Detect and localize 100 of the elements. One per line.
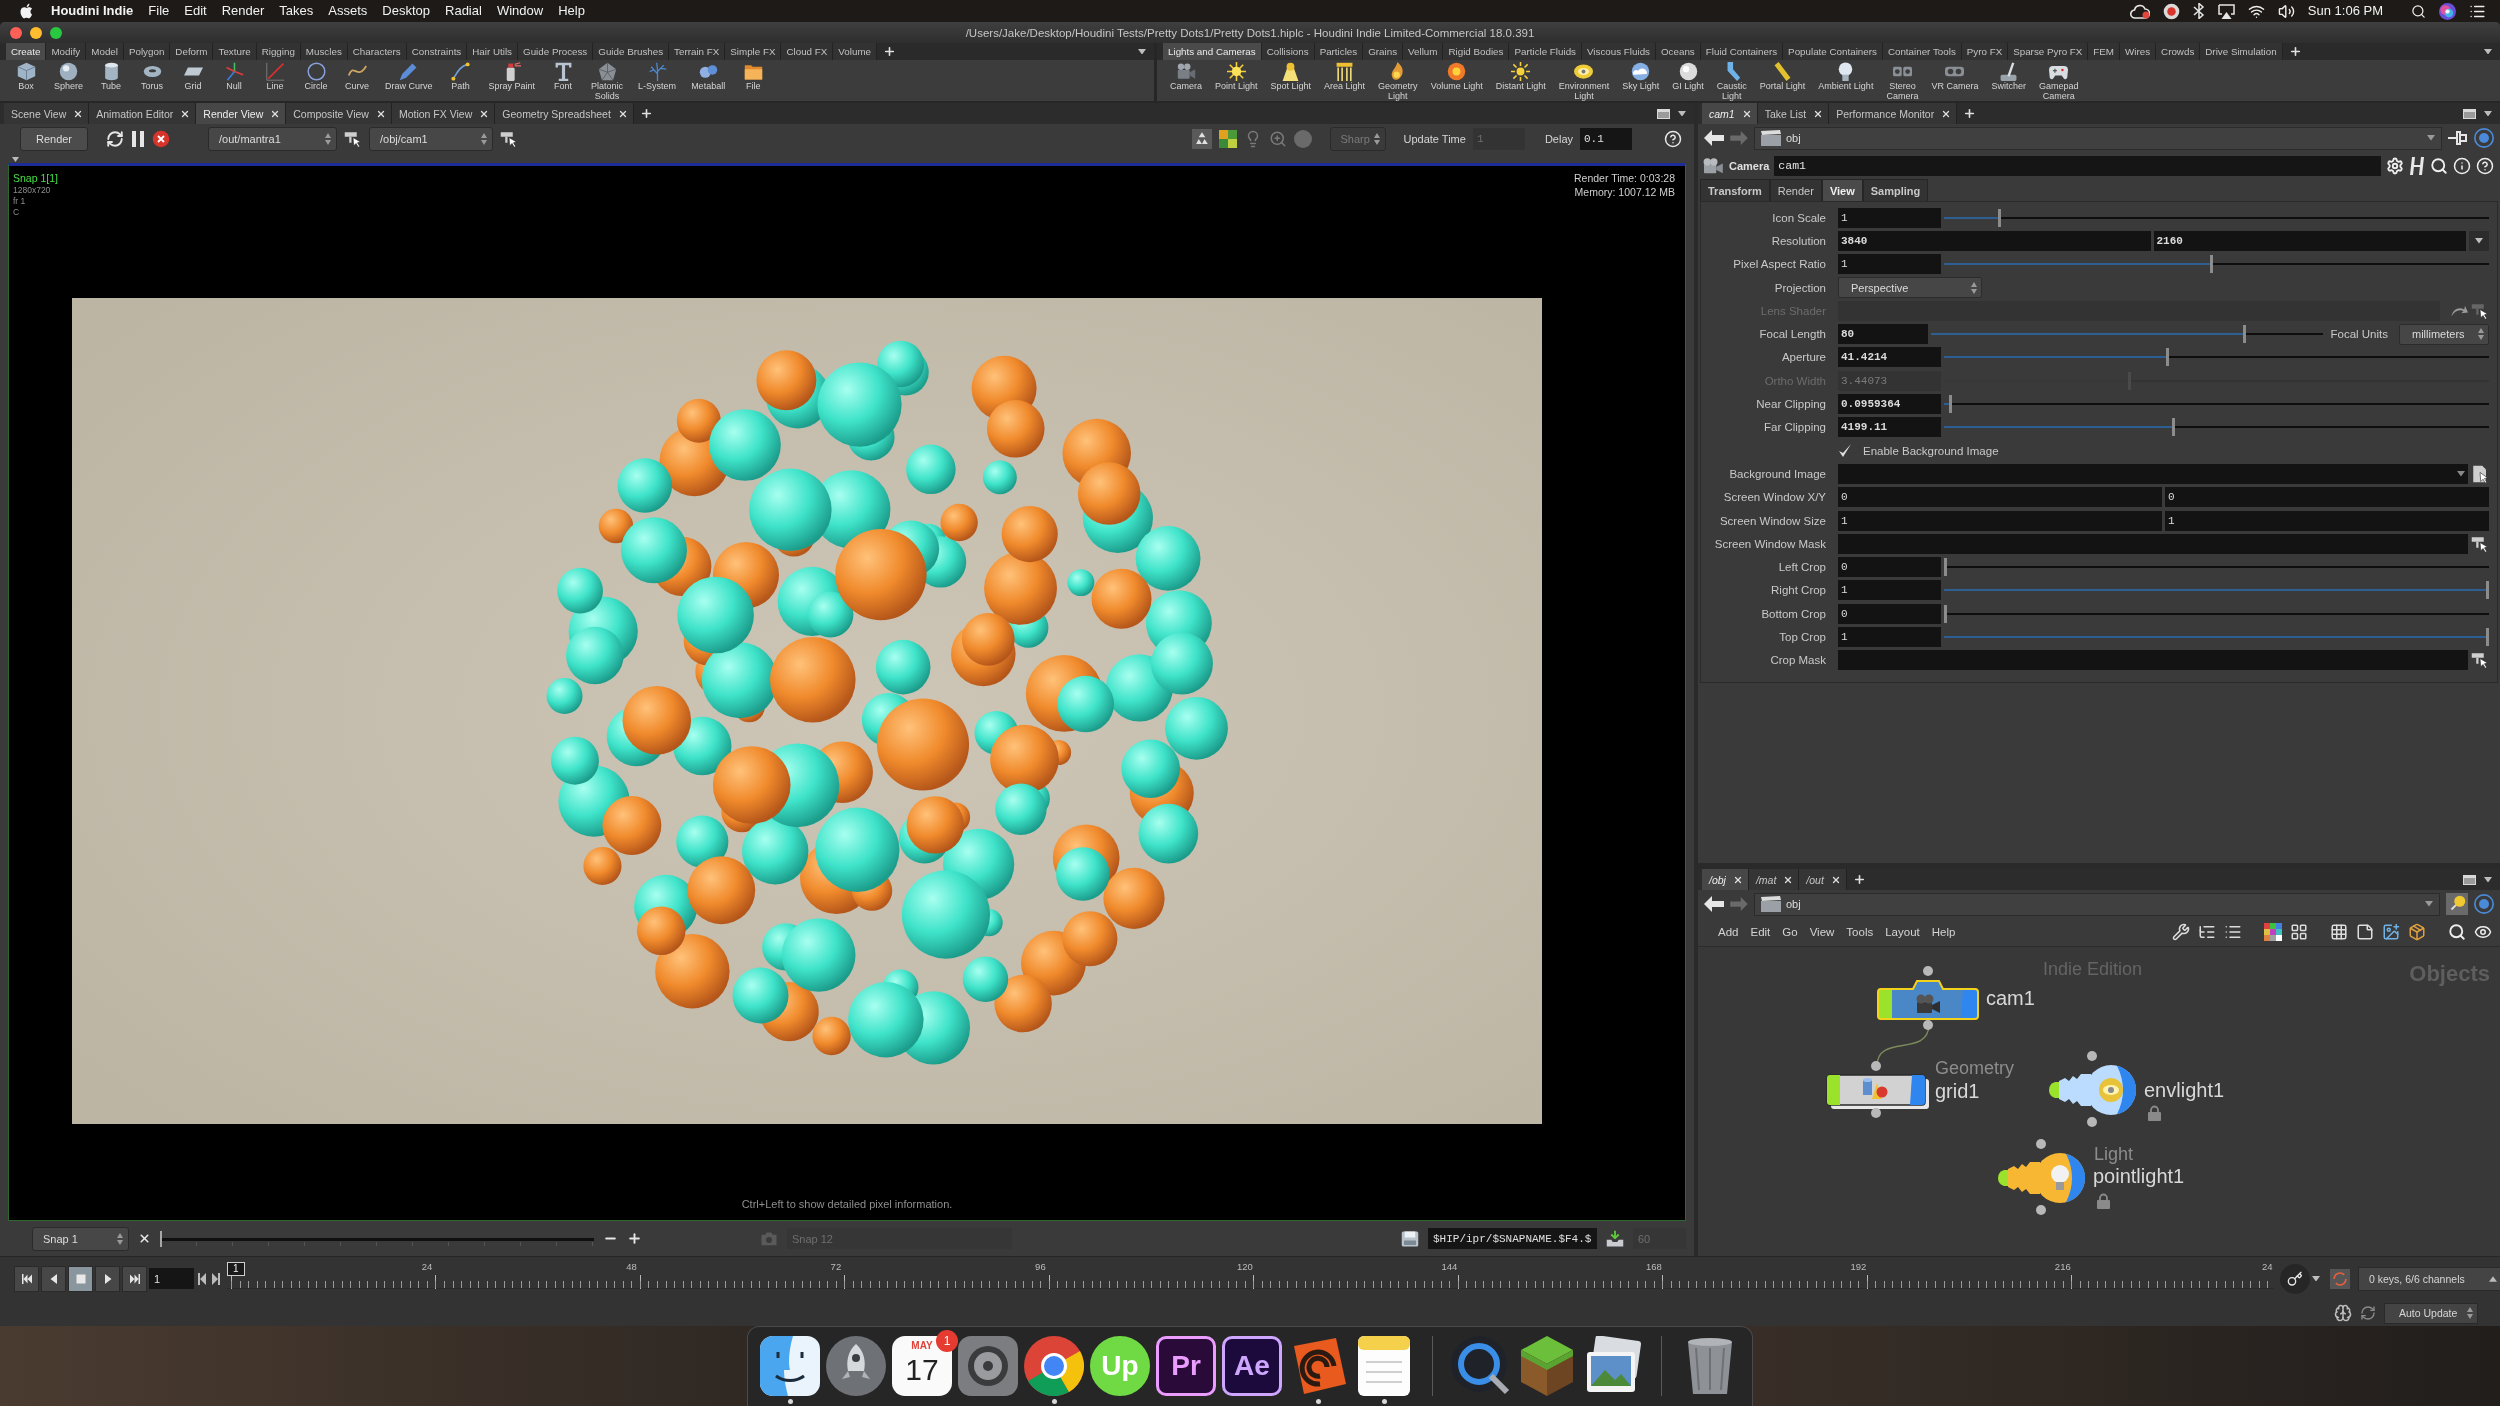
menu-item[interactable]: File bbox=[148, 0, 170, 22]
output-connector[interactable] bbox=[2087, 1117, 2097, 1127]
close-tab-icon[interactable] bbox=[375, 108, 386, 119]
pane-tab[interactable]: cam1 bbox=[1702, 103, 1758, 124]
up-down-arrows-icon[interactable] bbox=[2478, 328, 2484, 341]
menu-item[interactable]: Edit bbox=[184, 0, 207, 22]
output-connector[interactable] bbox=[1923, 1020, 1933, 1030]
shelf-tool-button[interactable]: Sphere bbox=[49, 62, 89, 92]
menu-item[interactable]: Tools bbox=[1840, 926, 1880, 938]
plus-icon[interactable] bbox=[1963, 107, 1977, 120]
bluetooth-icon[interactable] bbox=[2192, 3, 2205, 19]
pause-icon[interactable] bbox=[131, 130, 145, 148]
zoom-icon[interactable] bbox=[1268, 130, 1287, 148]
apple-icon[interactable] bbox=[20, 3, 33, 19]
caret-down-icon[interactable] bbox=[2312, 1275, 2320, 1282]
up-down-arrows-icon[interactable] bbox=[325, 133, 331, 145]
search-icon[interactable] bbox=[2411, 3, 2426, 19]
shelf-tool-button[interactable]: File bbox=[735, 62, 772, 92]
search-icon[interactable] bbox=[2448, 923, 2466, 941]
minimize-button[interactable] bbox=[30, 26, 42, 39]
close-tab-icon[interactable] bbox=[479, 108, 490, 119]
pane-tab[interactable]: Take List bbox=[1757, 103, 1830, 124]
shelf-tool-button[interactable]: Stereo Camera bbox=[1881, 62, 1924, 101]
shelf-tool-button[interactable]: Point Light bbox=[1210, 62, 1263, 92]
shelf-tab[interactable]: Guide Process bbox=[518, 43, 594, 60]
menu-item[interactable]: View bbox=[1803, 926, 1841, 938]
info-icon[interactable] bbox=[2453, 156, 2471, 175]
frame-field[interactable]: 1 bbox=[149, 1268, 194, 1289]
close-tab-icon[interactable] bbox=[1813, 108, 1824, 119]
pane-tab[interactable]: Performance Monitor bbox=[1829, 103, 1958, 124]
back-arrow-icon[interactable] bbox=[1704, 896, 1724, 912]
menu-item[interactable]: Assets bbox=[328, 0, 368, 22]
maximize-pane-icon[interactable] bbox=[2463, 108, 2476, 119]
slider-thumb[interactable] bbox=[1944, 604, 1947, 623]
node-path-field[interactable] bbox=[1838, 533, 2468, 554]
value-field[interactable]: 1 bbox=[1838, 580, 1941, 601]
menu-item[interactable]: Desktop bbox=[382, 0, 430, 22]
shelf-tab[interactable]: Sparse Pyro FX bbox=[2008, 43, 2089, 60]
two-tone-smile-icon[interactable] bbox=[760, 1336, 820, 1396]
menu-item[interactable]: Edit bbox=[1744, 926, 1777, 938]
camera-dropdown[interactable]: /obj/cam1 bbox=[369, 127, 493, 151]
caret-down-icon[interactable] bbox=[2484, 110, 2492, 117]
shelf-tool-button[interactable]: Draw Curve bbox=[380, 62, 438, 92]
target-icon[interactable] bbox=[2474, 894, 2494, 914]
pane-tab[interactable]: Scene View bbox=[4, 103, 90, 124]
slider-thumb[interactable] bbox=[2209, 255, 2213, 274]
shelf-tab[interactable]: FEM bbox=[2088, 43, 2121, 60]
shelf-tab[interactable]: Collisions bbox=[1261, 43, 1315, 60]
screen-share-icon[interactable] bbox=[2217, 3, 2235, 19]
menu-item[interactable]: Radial bbox=[445, 0, 482, 22]
value-field[interactable]: 1 bbox=[1838, 254, 1941, 275]
node-path-field[interactable] bbox=[1838, 650, 2468, 671]
refresh-frame-icon[interactable] bbox=[2330, 1268, 2350, 1289]
shelf-tab[interactable]: Characters bbox=[347, 43, 407, 60]
refresh-icon[interactable] bbox=[106, 130, 124, 148]
pin-icon[interactable] bbox=[2448, 130, 2468, 146]
brain-icon[interactable] bbox=[2334, 1304, 2352, 1322]
node-picker-icon[interactable] bbox=[344, 130, 362, 148]
close-tab-icon[interactable] bbox=[1741, 108, 1752, 119]
keys-channels-dropdown[interactable]: 0 keys, 6/6 channels bbox=[2358, 1266, 2500, 1291]
image-add-icon[interactable] bbox=[2382, 923, 2400, 941]
plus-icon[interactable] bbox=[1852, 873, 1866, 886]
tray-icon[interactable] bbox=[1606, 1229, 1624, 1248]
shelf-tab[interactable]: Constraints bbox=[406, 43, 468, 60]
caret-down-icon[interactable] bbox=[2475, 238, 2483, 244]
shelf-tool-button[interactable]: Font bbox=[545, 62, 582, 92]
wrench-icon[interactable] bbox=[2172, 923, 2190, 941]
parameter-page-tab[interactable]: Sampling bbox=[1862, 179, 1929, 201]
value-field[interactable]: 4199.11 bbox=[1838, 417, 1941, 438]
help-icon[interactable] bbox=[2476, 156, 2494, 175]
menu-item[interactable]: Window bbox=[496, 0, 544, 22]
node-picker-icon[interactable] bbox=[2471, 651, 2489, 670]
pane-tab[interactable]: /mat bbox=[1748, 869, 1800, 890]
h-shape-icon[interactable] bbox=[2409, 155, 2425, 176]
value-field[interactable]: 80 bbox=[1838, 324, 1928, 345]
value-field[interactable]: 0 bbox=[2165, 487, 2489, 508]
projection-dropdown[interactable]: Perspective bbox=[1838, 277, 1982, 299]
eye-icon[interactable] bbox=[2474, 923, 2492, 941]
shelf-tool-button[interactable]: L-System bbox=[633, 62, 682, 92]
shelf-tab[interactable]: Texture bbox=[213, 43, 257, 60]
file-browse-icon[interactable] bbox=[2471, 464, 2489, 483]
search-icon[interactable] bbox=[2430, 156, 2448, 175]
parameter-page-tab[interactable]: Render bbox=[1769, 179, 1822, 201]
output-driver-dropdown[interactable]: /out/mantra1 bbox=[208, 127, 337, 151]
menu-item[interactable]: Layout bbox=[1879, 926, 1926, 938]
plus-icon[interactable] bbox=[639, 107, 653, 120]
shelf-tab[interactable]: Wires bbox=[2120, 43, 2157, 60]
play-button[interactable] bbox=[95, 1265, 120, 1292]
stop-icon[interactable] bbox=[152, 130, 170, 148]
shelf-tool-button[interactable]: Portal Light bbox=[1754, 62, 1811, 92]
delay-field[interactable]: 0.1 bbox=[1580, 128, 1632, 150]
shelf-tool-button[interactable]: Torus bbox=[134, 62, 171, 92]
value-field[interactable]: 1 bbox=[1838, 627, 1941, 647]
caret-down-icon[interactable] bbox=[1138, 48, 1146, 55]
shelf-tab[interactable]: Drive Simulation bbox=[2200, 43, 2283, 60]
shelf-tool-button[interactable]: Volume Light bbox=[1425, 62, 1488, 92]
input-connector[interactable] bbox=[2087, 1051, 2097, 1061]
plus-icon[interactable] bbox=[2288, 45, 2302, 58]
value-field[interactable]: 0 bbox=[1838, 557, 1941, 578]
shelf-tab[interactable]: Pyro FX bbox=[1961, 43, 2009, 60]
